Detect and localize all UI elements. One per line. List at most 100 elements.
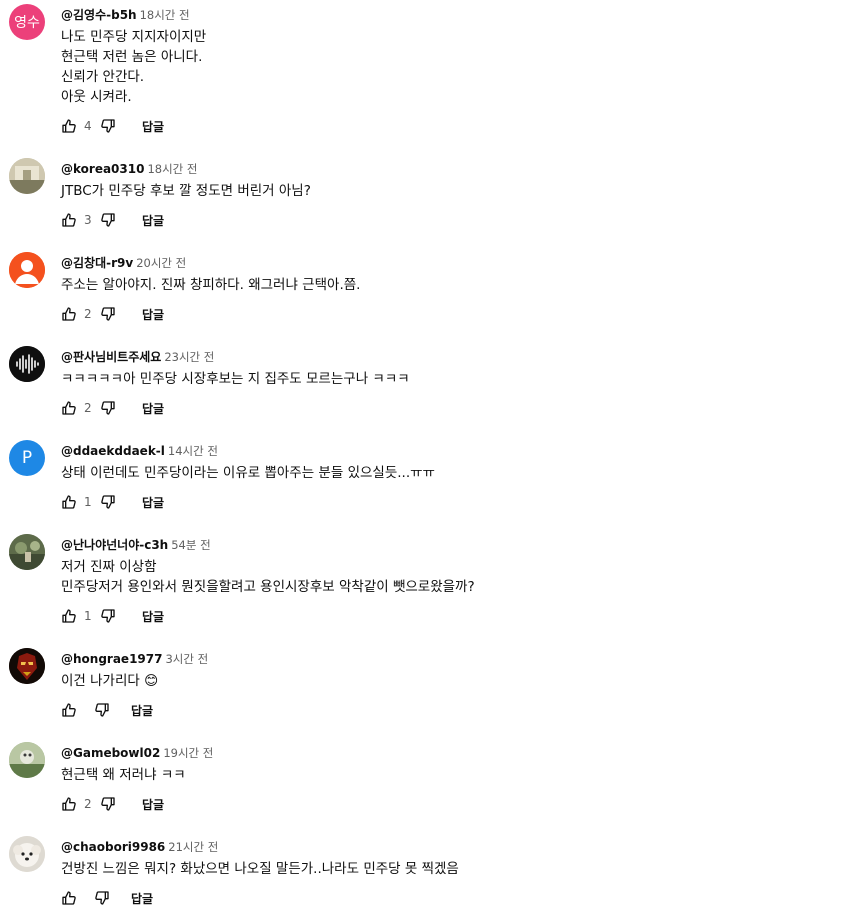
comment-line: JTBC가 민주당 후보 깔 정도면 버린거 아님? bbox=[61, 183, 311, 199]
comment-text: 저거 진짜 이상함 민주당저거 용인와서 뭔짓을할려고 용인시장후보 악착같이 뺏… bbox=[61, 557, 475, 597]
comment-line: ㅋㅋㅋㅋㅋ아 민주당 시장후보는 지 집주도 모르는구나 ㅋㅋㅋ bbox=[61, 371, 410, 387]
comment-header: @chaobori9986 21시간 전 bbox=[61, 838, 218, 854]
thumbs-down-icon[interactable] bbox=[100, 118, 116, 134]
reply-button[interactable]: 답글 bbox=[142, 608, 164, 625]
comment-text: 이건 나가리다 😊 bbox=[61, 671, 158, 691]
reply-button[interactable]: 답글 bbox=[142, 494, 164, 511]
thumbs-up-icon[interactable] bbox=[61, 494, 77, 510]
comment-line: 이건 나가리다 😊 bbox=[61, 673, 159, 689]
like-count: 1 bbox=[84, 495, 92, 509]
comment-actions: 3 답글 bbox=[61, 211, 164, 229]
like-count: 1 bbox=[84, 609, 92, 623]
comment-line: 주소는 알아야지. 진짜 창피하다. 왜그러냐 근택아.쯤. bbox=[61, 277, 361, 293]
comment-author[interactable]: @난나야넌너야-c3h bbox=[61, 538, 168, 552]
like-count: 2 bbox=[84, 797, 92, 811]
reply-button[interactable]: 답글 bbox=[142, 118, 164, 135]
comment-time[interactable]: 14시간 전 bbox=[168, 444, 218, 458]
comment-text: 건방진 느낌은 뭐지? 화났으면 나오질 말든가..나라도 민주당 못 찍겠음 bbox=[61, 859, 459, 879]
comment-author[interactable]: @hongrae1977 bbox=[61, 652, 162, 666]
comment-author[interactable]: @korea0310 bbox=[61, 162, 144, 176]
comment-header: @hongrae1977 3시간 전 bbox=[61, 650, 208, 666]
comment-line: 현근택 저런 놈은 아니다. bbox=[61, 49, 203, 65]
thumbs-down-icon[interactable] bbox=[94, 702, 110, 718]
thumbs-up-icon[interactable] bbox=[61, 306, 77, 322]
thumbs-down-icon[interactable] bbox=[100, 796, 116, 812]
comment-header: @korea0310 18시간 전 bbox=[61, 160, 198, 176]
comment-thread: @Gamebowl02 19시간 전 현근택 왜 저러냐 ㅋㅋ 2 답글 bbox=[0, 738, 849, 828]
avatar[interactable]: 영수 bbox=[9, 4, 45, 40]
avatar[interactable] bbox=[9, 836, 45, 872]
comment-time[interactable]: 21시간 전 bbox=[168, 840, 218, 854]
comment-time[interactable]: 19시간 전 bbox=[163, 746, 213, 760]
reply-button[interactable]: 답글 bbox=[142, 212, 164, 229]
thumbs-down-icon[interactable] bbox=[100, 400, 116, 416]
comment-actions: 2 답글 bbox=[61, 795, 164, 813]
comment-header: @김창대-r9v 20시간 전 bbox=[61, 254, 186, 270]
reply-button[interactable]: 답글 bbox=[142, 400, 164, 417]
thumbs-down-icon[interactable] bbox=[94, 890, 110, 906]
comment-text: 현근택 왜 저러냐 ㅋㅋ bbox=[61, 765, 186, 785]
comment-time[interactable]: 23시간 전 bbox=[164, 350, 214, 364]
thumbs-up-icon[interactable] bbox=[61, 796, 77, 812]
thumbs-down-icon[interactable] bbox=[100, 608, 116, 624]
avatar[interactable] bbox=[9, 158, 45, 194]
thumbs-up-icon[interactable] bbox=[61, 608, 77, 624]
comment-author[interactable]: @김창대-r9v bbox=[61, 256, 133, 270]
comment-thread: @hongrae1977 3시간 전 이건 나가리다 😊 답글 bbox=[0, 644, 849, 734]
comment-line: 현근택 왜 저러냐 ㅋㅋ bbox=[61, 767, 186, 783]
avatar[interactable] bbox=[9, 742, 45, 778]
comment-thread: @korea0310 18시간 전 JTBC가 민주당 후보 깔 정도면 버린거 … bbox=[0, 154, 849, 244]
comment-text: JTBC가 민주당 후보 깔 정도면 버린거 아님? bbox=[61, 181, 311, 201]
comment-header: @ddaekddaek-l 14시간 전 bbox=[61, 442, 218, 458]
comment-author[interactable]: @김영수-b5h bbox=[61, 8, 137, 22]
comment-thread: @난나야넌너야-c3h 54분 전 저거 진짜 이상함 민주당저거 용인와서 뭔짓을… bbox=[0, 530, 849, 624]
comment-header: @Gamebowl02 19시간 전 bbox=[61, 744, 213, 760]
comment-text: 나도 민주당 지지자이지만 현근택 저런 놈은 아니다. 신뢰가 안간다. 아웃 시켜… bbox=[61, 27, 206, 107]
like-count: 3 bbox=[84, 213, 92, 227]
comment-actions: 답글 bbox=[61, 701, 153, 719]
comment-actions: 4 답글 bbox=[61, 117, 164, 135]
comment-thread: @김창대-r9v 20시간 전 주소는 알아야지. 진짜 창피하다. 왜그러냐 근… bbox=[0, 248, 849, 338]
avatar[interactable] bbox=[9, 648, 45, 684]
comment-time[interactable]: 3시간 전 bbox=[165, 652, 208, 666]
reply-button[interactable]: 답글 bbox=[142, 796, 164, 813]
comment-line: 저거 진짜 이상함 bbox=[61, 559, 157, 575]
comment-line: 아웃 시켜라. bbox=[61, 89, 132, 105]
comment-text: 상태 이런데도 민주당이라는 이유로 뽑아주는 분들 있으실듯...ㅠㅠ bbox=[61, 463, 435, 483]
comment-author[interactable]: @Gamebowl02 bbox=[61, 746, 160, 760]
thumbs-down-icon[interactable] bbox=[100, 306, 116, 322]
comment-thread: @chaobori9986 21시간 전 건방진 느낌은 뭐지? 화났으면 나오질… bbox=[0, 832, 849, 922]
thumbs-up-icon[interactable] bbox=[61, 702, 77, 718]
avatar[interactable] bbox=[9, 346, 45, 382]
comment-thread: P @ddaekddaek-l 14시간 전 상태 이런데도 민주당이라는 이유로… bbox=[0, 436, 849, 526]
thumbs-up-icon[interactable] bbox=[61, 212, 77, 228]
thumbs-down-icon[interactable] bbox=[100, 212, 116, 228]
like-count: 4 bbox=[84, 119, 92, 133]
comment-time[interactable]: 54분 전 bbox=[171, 538, 210, 552]
comment-line: 신뢰가 안간다. bbox=[61, 69, 145, 85]
comment-actions: 1 답글 bbox=[61, 607, 164, 625]
thumbs-down-icon[interactable] bbox=[100, 494, 116, 510]
comment-actions: 답글 bbox=[61, 889, 153, 907]
avatar[interactable] bbox=[9, 252, 45, 288]
comment-actions: 1 답글 bbox=[61, 493, 164, 511]
comment-time[interactable]: 18시간 전 bbox=[140, 8, 190, 22]
thumbs-up-icon[interactable] bbox=[61, 890, 77, 906]
comment-text: ㅋㅋㅋㅋㅋ아 민주당 시장후보는 지 집주도 모르는구나 ㅋㅋㅋ bbox=[61, 369, 410, 389]
comment-header: @판사님비트주세요 23시간 전 bbox=[61, 348, 214, 364]
comment-time[interactable]: 20시간 전 bbox=[136, 256, 186, 270]
reply-button[interactable]: 답글 bbox=[131, 702, 153, 719]
comment-thread: @판사님비트주세요 23시간 전 ㅋㅋㅋㅋㅋ아 민주당 시장후보는 지 집주도 모… bbox=[0, 342, 849, 432]
thumbs-up-icon[interactable] bbox=[61, 400, 77, 416]
comment-author[interactable]: @chaobori9986 bbox=[61, 840, 165, 854]
comment-time[interactable]: 18시간 전 bbox=[147, 162, 197, 176]
comment-actions: 2 답글 bbox=[61, 305, 164, 323]
comment-author[interactable]: @판사님비트주세요 bbox=[61, 350, 161, 364]
like-count: 2 bbox=[84, 401, 92, 415]
avatar[interactable]: P bbox=[9, 440, 45, 476]
avatar[interactable] bbox=[9, 534, 45, 570]
reply-button[interactable]: 답글 bbox=[131, 890, 153, 907]
reply-button[interactable]: 답글 bbox=[142, 306, 164, 323]
thumbs-up-icon[interactable] bbox=[61, 118, 77, 134]
comment-author[interactable]: @ddaekddaek-l bbox=[61, 444, 165, 458]
